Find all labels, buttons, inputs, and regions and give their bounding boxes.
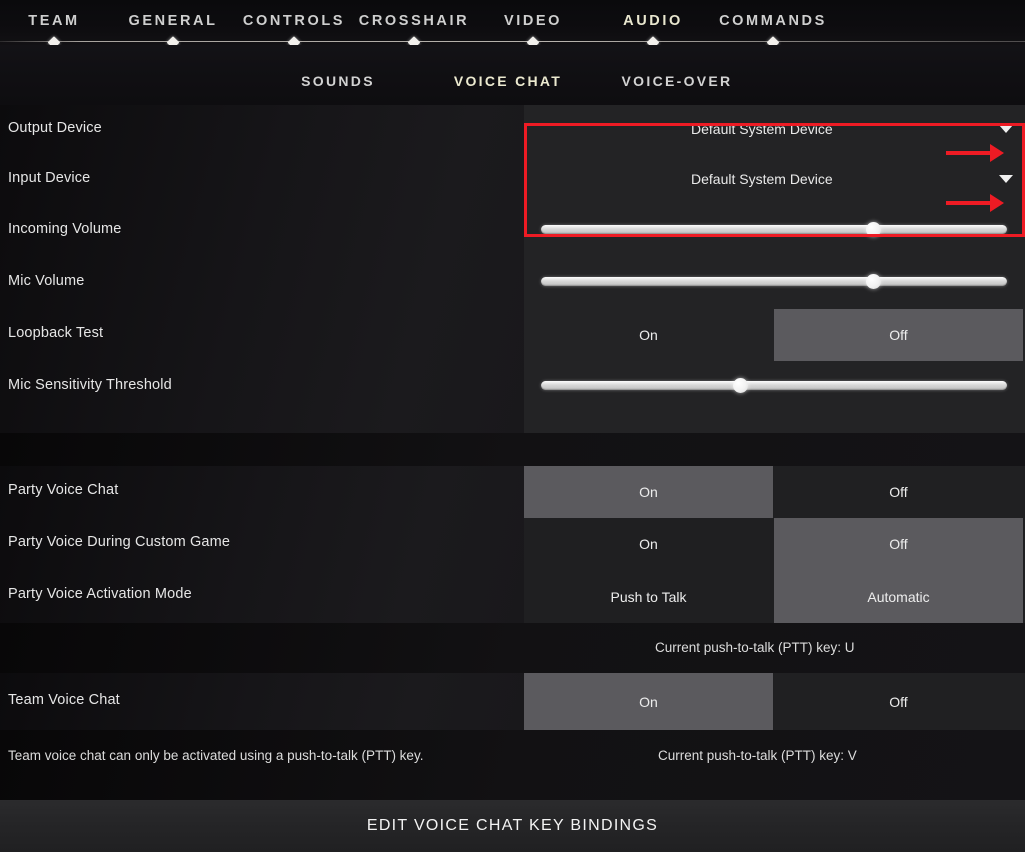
team-ptt-hint-text: Current push-to-talk (PTT) key: V	[658, 748, 857, 763]
mic-sensitivity-slider-handle[interactable]	[733, 378, 748, 393]
incoming-volume-slider-track[interactable]	[541, 222, 1007, 237]
row-party-activation-mode[interactable]: Party Voice Activation Mode Push to Talk…	[0, 570, 1025, 623]
row-label-incoming-volume: Incoming Volume	[8, 221, 122, 237]
party-voice-custom-option-on[interactable]: On	[524, 518, 773, 570]
tab-crosshair[interactable]: CROSSHAIR	[359, 13, 469, 29]
row-output-device[interactable]: Output Device Default System Device	[0, 105, 1025, 155]
output-device-value[interactable]: Default System Device	[691, 121, 833, 137]
annotation-arrow-head-output	[990, 144, 1004, 162]
audio-sub-tab-bar: SOUNDS VOICE CHAT VOICE-OVER	[0, 45, 1025, 105]
tab-underline-rule	[0, 41, 1025, 42]
section-device-and-levels: Output Device Default System Device Inpu…	[0, 105, 1025, 433]
subtab-sounds[interactable]: SOUNDS	[301, 73, 375, 89]
tab-general[interactable]: GENERAL	[128, 13, 217, 29]
team-voice-note-text: Team voice chat can only be activated us…	[8, 748, 424, 763]
row-label-party-voice-custom-game: Party Voice During Custom Game	[8, 534, 231, 550]
row-label-mic-volume: Mic Volume	[8, 273, 85, 289]
loopback-test-option-on[interactable]: On	[524, 309, 773, 361]
row-label-party-voice-chat: Party Voice Chat	[8, 482, 119, 498]
row-label-output-device: Output Device	[8, 120, 102, 136]
mic-volume-slider-track[interactable]	[541, 274, 1007, 289]
input-device-value[interactable]: Default System Device	[691, 171, 833, 187]
row-label-team-voice-chat: Team Voice Chat	[8, 692, 120, 708]
row-party-voice-chat[interactable]: Party Voice Chat On Off	[0, 466, 1025, 518]
row-mic-sensitivity-threshold[interactable]: Mic Sensitivity Threshold	[0, 361, 1025, 413]
party-ptt-hint-band: Current push-to-talk (PTT) key: U	[0, 623, 1025, 673]
tab-controls[interactable]: CONTROLS	[243, 13, 345, 29]
annotation-arrow-head-input	[990, 194, 1004, 212]
party-activation-option-push-to-talk[interactable]: Push to Talk	[524, 570, 773, 623]
party-voice-chat-option-off[interactable]: Off	[774, 466, 1023, 518]
loopback-test-option-off[interactable]: Off	[774, 309, 1023, 361]
tab-audio[interactable]: AUDIO	[623, 13, 683, 29]
incoming-volume-slider-handle[interactable]	[866, 222, 881, 237]
party-voice-custom-option-off[interactable]: Off	[774, 518, 1023, 570]
main-tab-bar: TEAM GENERAL CONTROLS CROSSHAIR VIDEO AU…	[0, 0, 1025, 49]
edit-voice-chat-key-bindings-button[interactable]: EDIT VOICE CHAT KEY BINDINGS	[0, 800, 1025, 852]
team-voice-chat-option-on[interactable]: On	[524, 673, 773, 730]
tab-video[interactable]: VIDEO	[504, 13, 562, 29]
subtab-voice-over[interactable]: VOICE-OVER	[622, 73, 733, 89]
tab-commands[interactable]: COMMANDS	[719, 13, 827, 29]
party-voice-chat-option-on[interactable]: On	[524, 466, 773, 518]
party-activation-option-automatic[interactable]: Automatic	[774, 570, 1023, 623]
row-team-voice-chat[interactable]: Team Voice Chat On Off	[0, 673, 1025, 730]
mic-sensitivity-slider-track[interactable]	[541, 378, 1007, 393]
edit-bindings-label: EDIT VOICE CHAT KEY BINDINGS	[366, 817, 659, 834]
row-label-loopback-test: Loopback Test	[8, 325, 104, 341]
row-label-input-device: Input Device	[8, 170, 91, 186]
annotation-arrow-shaft-input	[946, 201, 994, 205]
section-divider-gap	[0, 433, 1025, 466]
row-input-device[interactable]: Input Device Default System Device	[0, 155, 1025, 205]
row-label-party-activation-mode: Party Voice Activation Mode	[8, 586, 192, 602]
row-label-mic-sensitivity: Mic Sensitivity Threshold	[8, 377, 172, 393]
settings-content: Output Device Default System Device Inpu…	[0, 105, 1025, 852]
subtab-voice-chat[interactable]: VOICE CHAT	[454, 73, 562, 89]
annotation-arrow-shaft-output	[946, 151, 994, 155]
section-party-voice: Party Voice Chat On Off Party Voice Duri…	[0, 466, 1025, 623]
mic-volume-slider-handle[interactable]	[866, 274, 881, 289]
chevron-down-icon[interactable]	[999, 175, 1013, 183]
team-voice-chat-option-off[interactable]: Off	[774, 673, 1023, 730]
row-loopback-test[interactable]: Loopback Test On Off	[0, 309, 1025, 361]
valorant-audio-settings-screen: TEAM GENERAL CONTROLS CROSSHAIR VIDEO AU…	[0, 0, 1025, 852]
main-tabs: TEAM GENERAL CONTROLS CROSSHAIR VIDEO AU…	[0, 0, 1025, 40]
row-party-voice-custom-game[interactable]: Party Voice During Custom Game On Off	[0, 518, 1025, 570]
party-ptt-hint-text: Current push-to-talk (PTT) key: U	[655, 640, 855, 655]
row-mic-volume[interactable]: Mic Volume	[0, 257, 1025, 309]
row-incoming-volume[interactable]: Incoming Volume	[0, 205, 1025, 257]
team-voice-note-band: Team voice chat can only be activated us…	[0, 730, 1025, 800]
section-team-voice: Team Voice Chat On Off	[0, 673, 1025, 730]
chevron-down-icon[interactable]	[999, 125, 1013, 133]
tab-team[interactable]: TEAM	[28, 13, 79, 29]
